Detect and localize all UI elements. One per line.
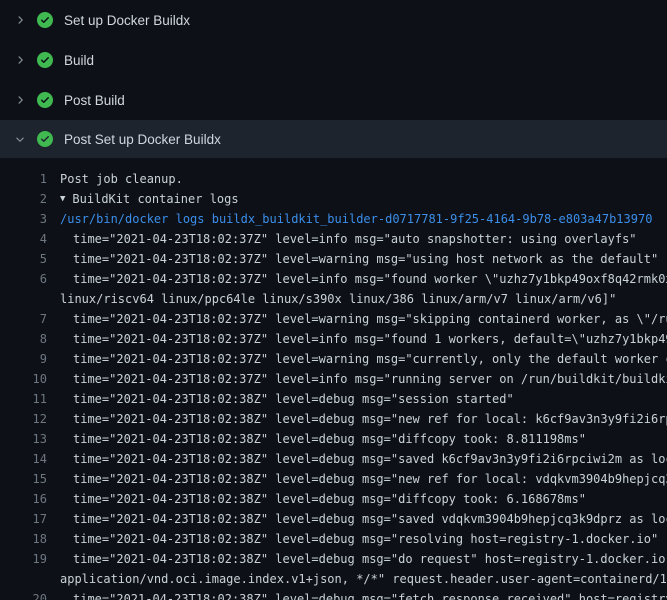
log-line: 17 time="2021-04-23T18:02:38Z" level=deb… bbox=[0, 509, 667, 529]
log-line: 19 time="2021-04-23T18:02:38Z" level=deb… bbox=[0, 549, 667, 569]
log-text: time="2021-04-23T18:02:38Z" level=debug … bbox=[60, 449, 667, 469]
log-line-wrap: linux/riscv64 linux/ppc64le linux/s390x … bbox=[0, 289, 667, 309]
log-line: 6 time="2021-04-23T18:02:37Z" level=info… bbox=[0, 269, 667, 289]
log-line: 3 /usr/bin/docker logs buildx_buildkit_b… bbox=[0, 209, 667, 229]
line-number[interactable]: 6 bbox=[0, 269, 60, 289]
log-line: 12 time="2021-04-23T18:02:38Z" level=deb… bbox=[0, 409, 667, 429]
log-line: 11 time="2021-04-23T18:02:38Z" level=deb… bbox=[0, 389, 667, 409]
actions-log-viewer: Set up Docker Buildx Build Post Build Po… bbox=[0, 0, 667, 600]
log-command-text: /usr/bin/docker logs buildx_buildkit_bui… bbox=[60, 209, 652, 229]
log-text: time="2021-04-23T18:02:38Z" level=debug … bbox=[60, 589, 667, 600]
caret-down-icon: ▼ bbox=[60, 189, 65, 209]
log-line: 15 time="2021-04-23T18:02:38Z" level=deb… bbox=[0, 469, 667, 489]
step-label: Set up Docker Buildx bbox=[64, 13, 190, 28]
log-text: time="2021-04-23T18:02:37Z" level=warnin… bbox=[60, 249, 658, 269]
line-number[interactable]: 13 bbox=[0, 429, 60, 449]
check-circle-icon bbox=[37, 52, 53, 68]
log-text: time="2021-04-23T18:02:37Z" level=info m… bbox=[60, 329, 667, 349]
log-text: Post job cleanup. bbox=[60, 169, 183, 189]
line-number[interactable]: 18 bbox=[0, 529, 60, 549]
line-number[interactable]: 1 bbox=[0, 169, 60, 189]
log-text: time="2021-04-23T18:02:38Z" level=debug … bbox=[60, 429, 586, 449]
log-line: 5 time="2021-04-23T18:02:37Z" level=warn… bbox=[0, 249, 667, 269]
line-number[interactable]: 2 bbox=[0, 189, 60, 209]
line-number bbox=[0, 289, 60, 309]
line-number[interactable]: 8 bbox=[0, 329, 60, 349]
line-number[interactable]: 11 bbox=[0, 389, 60, 409]
chevron-down-icon bbox=[12, 131, 28, 147]
line-number[interactable]: 5 bbox=[0, 249, 60, 269]
check-circle-icon bbox=[37, 12, 53, 28]
step-label: Build bbox=[64, 53, 94, 68]
log-text: time="2021-04-23T18:02:38Z" level=debug … bbox=[60, 409, 667, 429]
log-text: time="2021-04-23T18:02:38Z" level=debug … bbox=[60, 529, 658, 549]
log-text: time="2021-04-23T18:02:37Z" level=info m… bbox=[60, 269, 667, 289]
log-line: 4 time="2021-04-23T18:02:37Z" level=info… bbox=[0, 229, 667, 249]
log-line-wrap: application/vnd.oci.image.index.v1+json,… bbox=[0, 569, 667, 589]
log-line: 1 Post job cleanup. bbox=[0, 169, 667, 189]
log-line: 20 time="2021-04-23T18:02:38Z" level=deb… bbox=[0, 589, 667, 600]
line-number[interactable]: 14 bbox=[0, 449, 60, 469]
line-number[interactable]: 4 bbox=[0, 229, 60, 249]
log-text: time="2021-04-23T18:02:38Z" level=debug … bbox=[60, 489, 586, 509]
log-text: time="2021-04-23T18:02:38Z" level=debug … bbox=[60, 509, 667, 529]
log-line: 18 time="2021-04-23T18:02:38Z" level=deb… bbox=[0, 529, 667, 549]
line-number[interactable]: 7 bbox=[0, 309, 60, 329]
log-output: 1 Post job cleanup. 2 ▼ BuildKit contain… bbox=[0, 158, 667, 600]
step-row-post-set-up-docker-buildx[interactable]: Post Set up Docker Buildx bbox=[0, 120, 667, 158]
line-number[interactable]: 17 bbox=[0, 509, 60, 529]
log-line: 14 time="2021-04-23T18:02:38Z" level=deb… bbox=[0, 449, 667, 469]
log-text: time="2021-04-23T18:02:37Z" level=info m… bbox=[60, 369, 667, 389]
log-text: time="2021-04-23T18:02:37Z" level=warnin… bbox=[60, 309, 667, 329]
line-number bbox=[0, 569, 60, 589]
log-line: 8 time="2021-04-23T18:02:37Z" level=info… bbox=[0, 329, 667, 349]
line-number[interactable]: 10 bbox=[0, 369, 60, 389]
check-circle-icon bbox=[37, 92, 53, 108]
line-number[interactable]: 20 bbox=[0, 589, 60, 600]
line-number[interactable]: 9 bbox=[0, 349, 60, 369]
log-group-title: BuildKit container logs bbox=[72, 189, 238, 209]
log-line: 13 time="2021-04-23T18:02:38Z" level=deb… bbox=[0, 429, 667, 449]
step-label: Post Build bbox=[64, 93, 125, 108]
line-number[interactable]: 19 bbox=[0, 549, 60, 569]
line-number[interactable]: 16 bbox=[0, 489, 60, 509]
log-text: linux/riscv64 linux/ppc64le linux/s390x … bbox=[60, 289, 616, 309]
log-line: 16 time="2021-04-23T18:02:38Z" level=deb… bbox=[0, 489, 667, 509]
line-number[interactable]: 12 bbox=[0, 409, 60, 429]
log-text: time="2021-04-23T18:02:37Z" level=warnin… bbox=[60, 349, 667, 369]
step-row-set-up-docker-buildx[interactable]: Set up Docker Buildx bbox=[0, 0, 667, 40]
log-line: 10 time="2021-04-23T18:02:37Z" level=inf… bbox=[0, 369, 667, 389]
log-text: time="2021-04-23T18:02:37Z" level=info m… bbox=[60, 229, 637, 249]
log-text: time="2021-04-23T18:02:38Z" level=debug … bbox=[60, 389, 514, 409]
log-line: 7 time="2021-04-23T18:02:37Z" level=warn… bbox=[0, 309, 667, 329]
log-text: time="2021-04-23T18:02:38Z" level=debug … bbox=[60, 549, 667, 569]
step-row-post-build[interactable]: Post Build bbox=[0, 80, 667, 120]
line-number[interactable]: 15 bbox=[0, 469, 60, 489]
log-text: application/vnd.oci.image.index.v1+json,… bbox=[60, 569, 667, 589]
check-circle-icon bbox=[37, 131, 53, 147]
log-text: time="2021-04-23T18:02:38Z" level=debug … bbox=[60, 469, 667, 489]
line-number[interactable]: 3 bbox=[0, 209, 60, 229]
step-label: Post Set up Docker Buildx bbox=[64, 132, 221, 147]
chevron-right-icon bbox=[12, 52, 28, 68]
step-row-build[interactable]: Build bbox=[0, 40, 667, 80]
log-line: 9 time="2021-04-23T18:02:37Z" level=warn… bbox=[0, 349, 667, 369]
chevron-right-icon bbox=[12, 92, 28, 108]
chevron-right-icon bbox=[12, 12, 28, 28]
log-group-toggle[interactable]: 2 ▼ BuildKit container logs bbox=[0, 189, 667, 209]
